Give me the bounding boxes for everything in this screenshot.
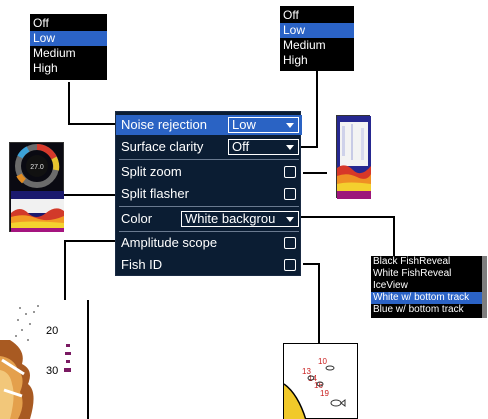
connector-noise-h bbox=[68, 123, 116, 125]
clarity-option-off[interactable]: Off bbox=[280, 8, 354, 23]
amplitude-scope-label: Amplitude scope bbox=[121, 235, 218, 250]
fish-id-thumbnail: 10 13 14 16 19 bbox=[283, 343, 358, 419]
connector-clarity-h bbox=[300, 146, 318, 148]
flasher-center-value: 27.0 bbox=[30, 164, 44, 171]
fish-depth-label: 10 bbox=[318, 357, 327, 366]
menu-row-noise-rejection[interactable]: Noise rejection Low bbox=[116, 115, 302, 135]
split-flasher-label: Split flasher bbox=[121, 186, 189, 201]
chevron-down-icon bbox=[286, 217, 294, 222]
menu-row-split-zoom[interactable]: Split zoom bbox=[116, 162, 302, 182]
amplitude-scope-checkbox[interactable] bbox=[284, 237, 296, 249]
connector-clarity-v bbox=[316, 70, 318, 148]
amplitude-depth-label: 30 bbox=[46, 365, 58, 377]
noise-rejection-dropdown[interactable]: Low bbox=[228, 117, 299, 133]
color-option-black-fishreveal[interactable]: Black FishReveal bbox=[371, 256, 487, 268]
connector-zoom-h bbox=[303, 172, 327, 174]
fish-id-label: Fish ID bbox=[121, 257, 163, 272]
connector-color-v bbox=[393, 216, 395, 257]
connector-flasher-h bbox=[64, 194, 116, 196]
menu-row-surface-clarity[interactable]: Surface clarity Off bbox=[116, 137, 302, 157]
color-option-iceview[interactable]: IceView bbox=[371, 280, 487, 292]
amplitude-graphic: 20 30 bbox=[0, 300, 90, 419]
menu-row-amplitude-scope[interactable]: Amplitude scope bbox=[116, 233, 302, 253]
fish-id-graphic: 10 13 14 16 19 bbox=[283, 357, 346, 419]
split-zoom-checkbox[interactable] bbox=[284, 166, 296, 178]
connector-amp-h bbox=[64, 240, 116, 242]
menu-divider bbox=[119, 159, 299, 160]
menu-divider bbox=[119, 231, 299, 232]
noise-option-off[interactable]: Off bbox=[30, 16, 107, 31]
menu-row-split-flasher[interactable]: Split flasher bbox=[116, 184, 302, 204]
chevron-down-icon bbox=[286, 123, 294, 128]
connector-noise-v bbox=[68, 82, 70, 125]
connector-amp-v bbox=[64, 240, 66, 300]
connector-color-h bbox=[300, 216, 395, 218]
scrollbar[interactable] bbox=[482, 256, 487, 318]
menu-divider bbox=[119, 206, 299, 207]
noise-option-medium[interactable]: Medium bbox=[30, 46, 107, 61]
fish-id-checkbox[interactable] bbox=[284, 259, 296, 271]
color-option-white-fishreveal[interactable]: White FishReveal bbox=[371, 268, 487, 280]
color-option-blue-bottom-track[interactable]: Blue w/ bottom track bbox=[371, 304, 487, 316]
surface-clarity-value: Off bbox=[232, 139, 250, 154]
noise-rejection-label: Noise rejection bbox=[121, 117, 207, 132]
connector-fishid-v bbox=[318, 263, 320, 343]
split-zoom-label: Split zoom bbox=[121, 164, 182, 179]
surface-clarity-popup: Off Low Medium High bbox=[280, 6, 354, 71]
color-dropdown[interactable]: White backgrou bbox=[181, 211, 299, 227]
surface-clarity-label: Surface clarity bbox=[121, 139, 204, 154]
split-zoom-graphic bbox=[337, 116, 371, 199]
noise-option-high[interactable]: High bbox=[30, 61, 107, 76]
split-flasher-checkbox[interactable] bbox=[284, 188, 296, 200]
noise-option-low[interactable]: Low bbox=[30, 31, 107, 46]
noise-rejection-value: Low bbox=[232, 117, 256, 132]
surface-clarity-dropdown[interactable]: Off bbox=[228, 139, 299, 155]
amplitude-depth-label: 20 bbox=[46, 325, 58, 337]
flasher-graphic: 27.0 bbox=[11, 144, 64, 232]
color-value: White backgrou bbox=[185, 211, 276, 226]
color-label: Color bbox=[121, 211, 153, 226]
menu-row-fish-id[interactable]: Fish ID bbox=[116, 255, 302, 275]
clarity-option-medium[interactable]: Medium bbox=[280, 38, 354, 53]
clarity-option-low[interactable]: Low bbox=[280, 23, 354, 38]
clarity-option-high[interactable]: High bbox=[280, 53, 354, 68]
noise-rejection-popup: Off Low Medium High bbox=[30, 14, 107, 80]
sonar-settings-menu: Noise rejection Low Surface clarity Off … bbox=[115, 111, 302, 276]
amplitude-scope-thumbnail: 20 30 bbox=[0, 300, 90, 419]
split-flasher-thumbnail: 27.0 bbox=[9, 142, 64, 232]
chevron-down-icon bbox=[286, 145, 294, 150]
split-zoom-thumbnail bbox=[336, 115, 371, 199]
menu-row-color[interactable]: Color White backgrou bbox=[116, 209, 302, 229]
color-options-list: Black FishReveal White FishReveal IceVie… bbox=[371, 256, 487, 318]
color-option-white-bottom-track[interactable]: White w/ bottom track bbox=[371, 292, 487, 304]
fish-depth-label: 19 bbox=[320, 389, 329, 398]
